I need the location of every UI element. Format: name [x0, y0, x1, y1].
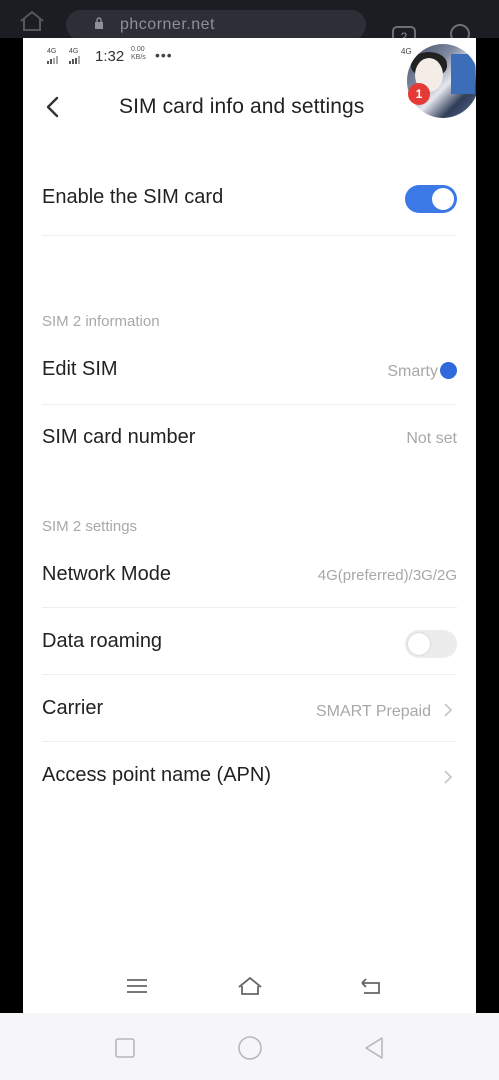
- system-nav-bar: [0, 1013, 499, 1080]
- status-time: 1:32: [95, 48, 125, 65]
- chevron-right-icon: [444, 770, 453, 784]
- sim-info-section-title: SIM 2 information: [42, 313, 160, 330]
- sim2-signal-icon: 4G: [69, 48, 83, 67]
- network-speed: 0.00 KB/s: [131, 46, 146, 61]
- sim-number-row[interactable]: SIM card number Not set: [23, 422, 476, 462]
- chevron-right-icon: [444, 703, 453, 717]
- divider: [42, 674, 457, 675]
- browser-home-icon[interactable]: [18, 10, 46, 32]
- browser-url-bar[interactable]: phcorner.net: [66, 10, 366, 40]
- edit-sim-label: Edit SIM: [42, 358, 118, 380]
- page-title: SIM card info and settings: [119, 95, 365, 118]
- enable-sim-row[interactable]: Enable the SIM card: [23, 178, 476, 218]
- carrier-value: SMART Prepaid: [316, 701, 457, 721]
- apn-label: Access point name (APN): [42, 764, 271, 786]
- back-triangle-icon[interactable]: [360, 1033, 390, 1063]
- network-type-indicator: 4G: [401, 47, 412, 56]
- notification-badge: 1: [408, 83, 430, 105]
- phone-nav-bar: [23, 968, 476, 1008]
- recents-square-icon[interactable]: [110, 1033, 140, 1063]
- divider: [42, 607, 457, 608]
- lock-icon: [95, 17, 103, 29]
- phone-screen: 4G 4G 1:32 0.00 KB/s ••• 4G 76 SIM card …: [23, 38, 476, 1013]
- back-chevron-icon[interactable]: [37, 90, 71, 124]
- browser-url-text: phcorner.net: [120, 16, 215, 33]
- carrier-row[interactable]: Carrier SMART Prepaid: [23, 693, 476, 733]
- apn-row[interactable]: Access point name (APN): [23, 760, 476, 800]
- return-icon[interactable]: [356, 974, 386, 998]
- divider: [42, 404, 457, 405]
- edit-sim-row[interactable]: Edit SIM Smarty: [23, 354, 476, 394]
- browser-toolbar: phcorner.net 2: [0, 0, 499, 48]
- enable-sim-toggle[interactable]: [405, 185, 457, 213]
- data-roaming-toggle[interactable]: [405, 630, 457, 658]
- divider: [42, 235, 457, 236]
- sim1-signal-icon: 4G: [47, 48, 61, 67]
- divider: [42, 741, 457, 742]
- chat-head-avatar[interactable]: [407, 44, 476, 118]
- more-notifications-icon: •••: [155, 47, 173, 63]
- sim-number-label: SIM card number: [42, 426, 196, 448]
- home-circle-icon[interactable]: [235, 1033, 265, 1063]
- sim-number-value: Not set: [406, 430, 457, 447]
- sim-color-dot-icon: [440, 362, 457, 379]
- data-roaming-row[interactable]: Data roaming: [23, 626, 476, 666]
- edit-sim-value: Smarty: [387, 362, 457, 381]
- menu-icon[interactable]: [122, 974, 152, 998]
- home-icon[interactable]: [235, 974, 265, 998]
- data-roaming-label: Data roaming: [42, 630, 163, 652]
- carrier-label: Carrier: [42, 697, 104, 719]
- sim-settings-section-title: SIM 2 settings: [42, 518, 138, 535]
- enable-sim-label: Enable the SIM card: [42, 186, 224, 208]
- network-mode-value: 4G(preferred)/3G/2G: [317, 567, 457, 584]
- network-mode-row[interactable]: Network Mode 4G(preferred)/3G/2G: [23, 559, 476, 599]
- network-mode-label: Network Mode: [42, 563, 171, 585]
- apn-chevron: [431, 768, 457, 788]
